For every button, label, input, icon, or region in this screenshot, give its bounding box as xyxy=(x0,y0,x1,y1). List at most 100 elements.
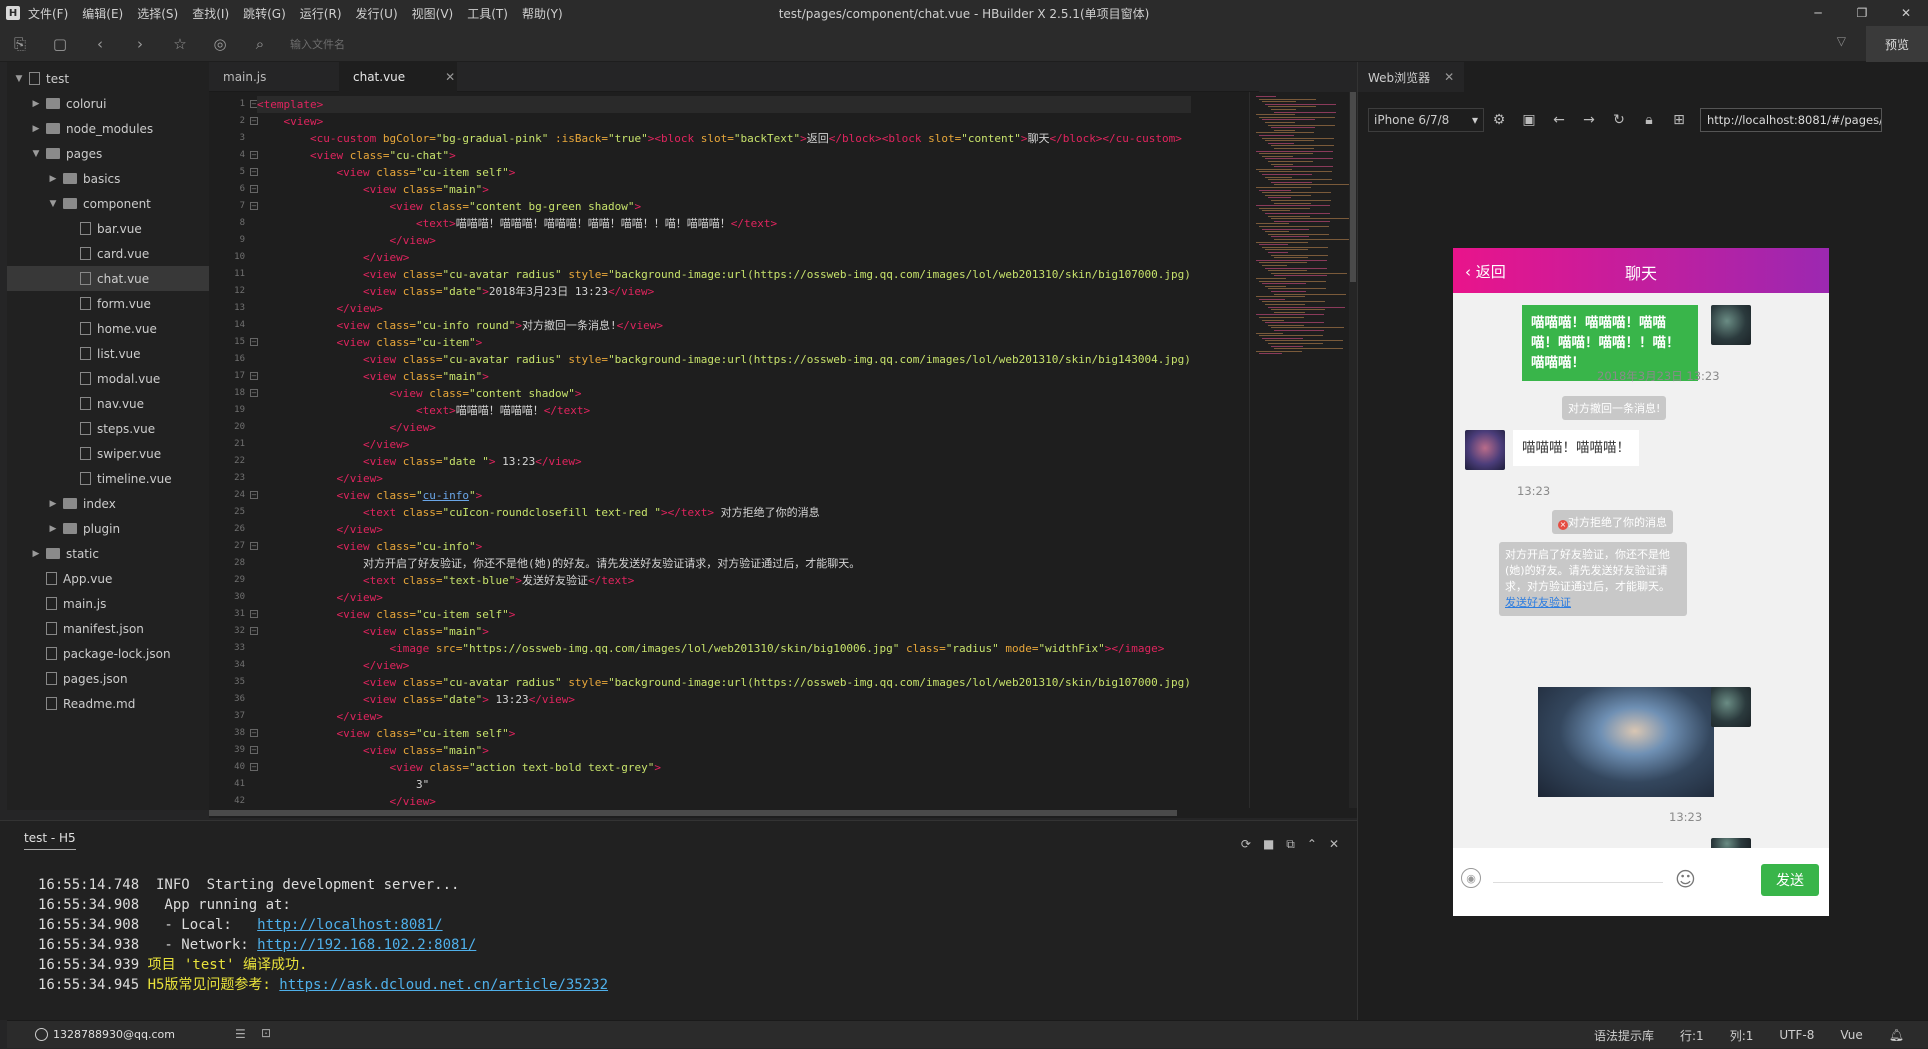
close-icon[interactable]: ✕ xyxy=(1884,0,1928,26)
code-line[interactable]: <view class="main"> xyxy=(257,181,1191,198)
tab-chat-vue[interactable]: chat.vue ✕ xyxy=(339,62,457,92)
preview-button[interactable]: 预览 xyxy=(1866,26,1928,62)
url-input[interactable]: http://localhost:8081/#/pages/component/… xyxy=(1700,108,1882,132)
run-icon[interactable]: ◎ xyxy=(200,26,240,62)
chevron-icon[interactable]: ▶ xyxy=(47,174,59,184)
send-verify-link[interactable]: 发送好友验证 xyxy=(1505,596,1571,609)
tree-item[interactable]: list.vue xyxy=(7,341,209,366)
code-line[interactable]: <view class="cu-avatar radius" style="ba… xyxy=(257,351,1191,368)
chevron-icon[interactable]: ▼ xyxy=(30,149,42,159)
menu-goto[interactable]: 跳转(G) xyxy=(243,7,286,21)
close-console-icon[interactable]: ✕ xyxy=(1329,837,1339,852)
code-line[interactable]: </view> xyxy=(257,470,1191,487)
tree-item[interactable]: home.vue xyxy=(7,316,209,341)
refresh-icon[interactable]: ↻ xyxy=(1604,112,1634,128)
new-file-icon[interactable]: ⎘ xyxy=(0,26,40,62)
code-line[interactable]: <view class="date"> 13:23</view> xyxy=(257,691,1191,708)
voice-icon[interactable]: ◉ xyxy=(1461,868,1481,888)
code-line[interactable]: </view> xyxy=(257,300,1191,317)
code-line[interactable]: <text>喵喵喵！喵喵喵！</text> xyxy=(257,402,1191,419)
code-line[interactable]: <view class="main"> xyxy=(257,368,1191,385)
code-line[interactable]: </view> xyxy=(257,708,1191,725)
menu-publish[interactable]: 发行(U) xyxy=(356,7,398,21)
file-search-input[interactable]: 输入文件名 xyxy=(290,36,345,52)
stop-icon[interactable]: ■ xyxy=(1263,837,1274,852)
open-external-icon[interactable]: ⧉ xyxy=(1286,837,1295,852)
close-tab-icon[interactable]: ✕ xyxy=(445,70,455,84)
tree-item[interactable]: ▶ colorui xyxy=(7,91,209,116)
code-line[interactable]: <view class="main"> xyxy=(257,623,1191,640)
cursor-row[interactable]: 行:1 xyxy=(1680,1027,1704,1044)
code-line[interactable]: <view class="cu-item self"> xyxy=(257,606,1191,623)
menu-view[interactable]: 视图(V) xyxy=(412,7,454,21)
chevron-icon[interactable]: ▶ xyxy=(30,99,42,109)
code-line[interactable]: 对方开启了好友验证，你还不是他(她)的好友。请先发送好友验证请求，对方验证通过后… xyxy=(257,555,1191,572)
tree-item[interactable]: timeline.vue xyxy=(7,466,209,491)
back-icon[interactable]: ← xyxy=(1544,112,1574,128)
save-icon[interactable]: ▢ xyxy=(40,26,80,62)
tree-item[interactable]: manifest.json xyxy=(7,616,209,641)
tree-item[interactable]: modal.vue xyxy=(7,366,209,391)
tree-item[interactable]: ▼ component xyxy=(7,191,209,216)
account-icon[interactable] xyxy=(35,1028,48,1041)
menu-select[interactable]: 选择(S) xyxy=(137,7,178,21)
chevron-icon[interactable]: ▶ xyxy=(30,549,42,559)
tree-item[interactable]: bar.vue xyxy=(7,216,209,241)
code-line[interactable]: </view> xyxy=(257,657,1191,674)
restart-icon[interactable]: ⟳ xyxy=(1241,837,1251,852)
horizontal-scrollbar[interactable] xyxy=(209,808,1357,818)
browser-tab[interactable]: Web浏览器 ✕ xyxy=(1358,62,1465,92)
tree-item[interactable]: nav.vue xyxy=(7,391,209,416)
screenshot-icon[interactable]: ▣ xyxy=(1514,112,1544,128)
tree-item[interactable]: card.vue xyxy=(7,241,209,266)
device-select[interactable]: iPhone 6/7/8 ▾ xyxy=(1368,108,1484,132)
tree-item[interactable]: ▼ test xyxy=(7,66,209,91)
back-icon[interactable]: ‹ xyxy=(80,26,120,62)
qrcode-icon[interactable]: ⊞ xyxy=(1664,112,1694,128)
code-line[interactable]: </view> xyxy=(257,419,1191,436)
menu-find[interactable]: 查找(I) xyxy=(192,7,229,21)
code-line[interactable]: 3" xyxy=(257,776,1191,793)
code-line[interactable]: <view class="cu-info"> xyxy=(257,487,1191,504)
code-line[interactable]: </view> xyxy=(257,521,1191,538)
code-line[interactable]: <view class="content bg-green shadow"> xyxy=(257,198,1191,215)
code-line[interactable]: <view class="action text-bold text-grey"… xyxy=(257,759,1191,776)
code-line[interactable]: <view class="cu-item self"> xyxy=(257,164,1191,181)
code-line[interactable]: <text class="text-blue">发送好友验证</text> xyxy=(257,572,1191,589)
menu-run[interactable]: 运行(R) xyxy=(300,7,342,21)
code-line[interactable]: <view class="cu-chat"> xyxy=(257,147,1191,164)
code-line[interactable]: <text class="cuIcon-roundclosefill text-… xyxy=(257,504,1191,521)
tree-item[interactable]: package-lock.json xyxy=(7,641,209,666)
forward-icon[interactable]: › xyxy=(120,26,160,62)
tree-item[interactable]: App.vue xyxy=(7,566,209,591)
tree-item[interactable]: pages.json xyxy=(7,666,209,691)
filter-icon[interactable]: ▽ xyxy=(1837,34,1846,48)
lock-icon[interactable]: 🔒︎ xyxy=(1634,112,1664,128)
code-line[interactable]: <view class="date "> 13:23</view> xyxy=(257,453,1191,470)
restore-icon[interactable]: ❐ xyxy=(1840,0,1884,26)
code-line[interactable]: <view class="cu-avatar radius" style="ba… xyxy=(257,266,1191,283)
notification-icon[interactable]: 🔔︎ xyxy=(1889,1028,1904,1042)
close-browser-icon[interactable]: ✕ xyxy=(1444,70,1454,84)
chevron-icon[interactable]: ▼ xyxy=(47,199,59,209)
code-line[interactable]: </view> xyxy=(257,249,1191,266)
tree-item[interactable]: ▶ index xyxy=(7,491,209,516)
code-line[interactable]: </view> xyxy=(257,589,1191,606)
send-button[interactable]: 发送 xyxy=(1761,864,1819,896)
code-editor[interactable]: 1 2 3 4 5 6 7 8 9 10 11 12 13 14 15 16 17 18 19 20 21 22 23 24 2… xyxy=(209,92,1249,808)
tree-item[interactable]: main.js xyxy=(7,591,209,616)
chevron-icon[interactable]: ▶ xyxy=(47,499,59,509)
tree-item[interactable]: ▶ static xyxy=(7,541,209,566)
tree-item[interactable]: ▶ plugin xyxy=(7,516,209,541)
code-lines[interactable]: <template> <view> <cu-custom bgColor="bg… xyxy=(257,96,1191,808)
tree-item[interactable]: swiper.vue xyxy=(7,441,209,466)
encoding[interactable]: UTF-8 xyxy=(1779,1028,1814,1042)
settings-icon[interactable]: ⚙ xyxy=(1484,112,1514,128)
code-line[interactable]: <view class="content shadow"> xyxy=(257,385,1191,402)
message-input[interactable] xyxy=(1493,882,1663,883)
emoji-icon[interactable]: ☺ xyxy=(1675,867,1696,891)
code-line[interactable]: <view class="cu-avatar radius" style="ba… xyxy=(257,674,1191,691)
code-line[interactable]: </view> xyxy=(257,436,1191,453)
code-line[interactable]: <image src="https://ossweb-img.qq.com/im… xyxy=(257,640,1191,657)
chevron-icon[interactable]: ▶ xyxy=(30,124,42,134)
